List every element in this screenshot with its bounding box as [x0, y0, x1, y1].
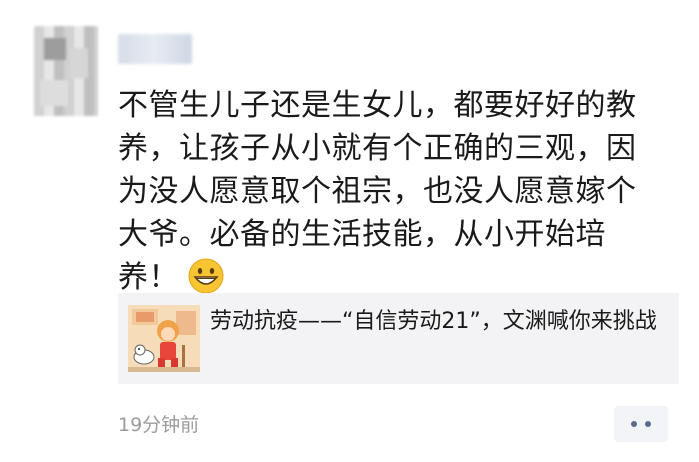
avatar-blur-block [70, 48, 88, 78]
grinning-face-emoji-icon [187, 257, 225, 295]
share-title: 劳动抗疫——“自信劳动21”，文渊喊你来挑战 [210, 309, 657, 334]
avatar-blur-block [44, 38, 66, 60]
avatar[interactable] [34, 26, 98, 116]
avatar-blur-block [40, 80, 68, 106]
ellipsis-icon [645, 421, 651, 427]
ellipsis-icon [631, 421, 637, 427]
share-thumbnail [128, 305, 200, 372]
moments-post: 不管生儿子还是生女儿，都要好好的教养，让孩子从小就有个正确的三观，因为没人愿意取… [0, 0, 699, 462]
more-actions-button[interactable] [614, 406, 668, 442]
shared-link-card[interactable]: 劳动抗疫——“自信劳动21”，文渊喊你来挑战 [118, 293, 679, 384]
post-text: 不管生儿子还是生女儿，都要好好的教养，让孩子从小就有个正确的三观，因为没人愿意取… [118, 84, 663, 299]
username-blurred[interactable] [118, 34, 192, 64]
post-timestamp: 19分钟前 [118, 414, 200, 436]
